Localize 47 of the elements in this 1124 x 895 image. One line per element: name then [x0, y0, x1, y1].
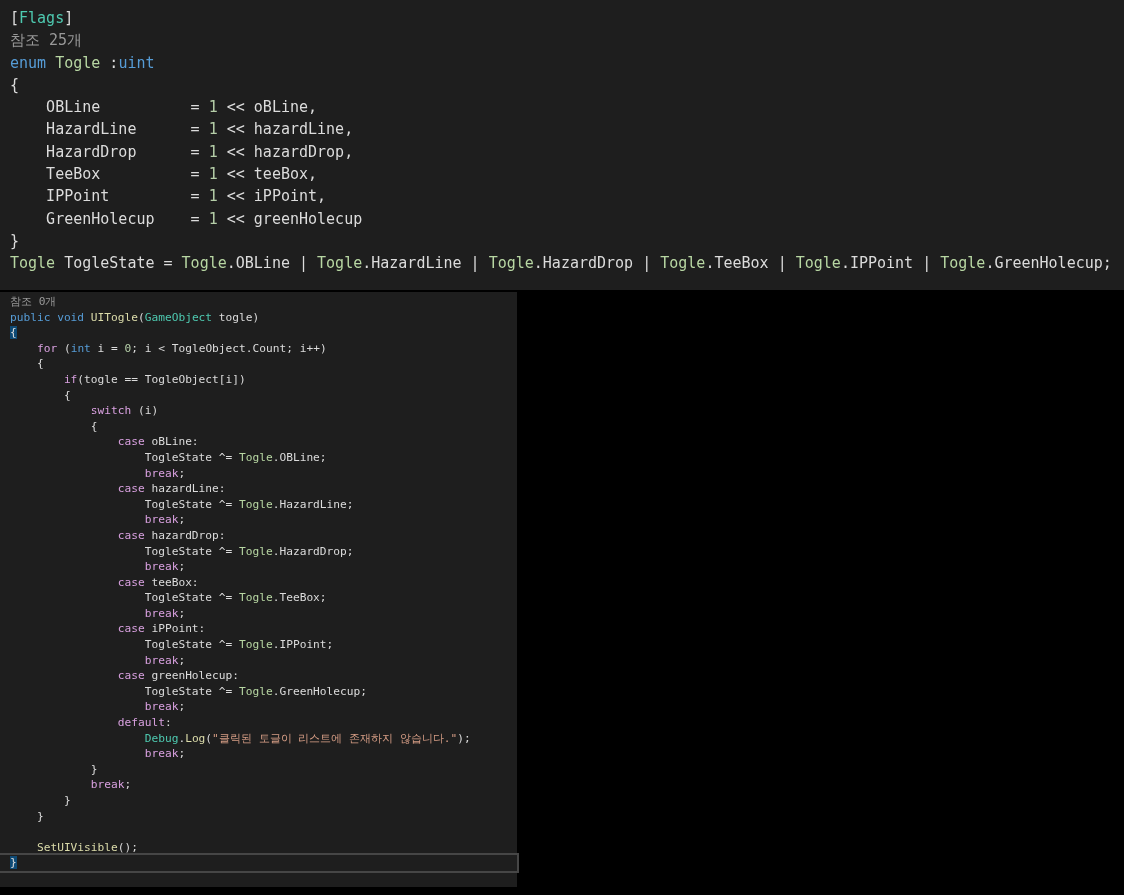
- code-line: {: [35, 356, 45, 372]
- code-line: TogleState ^= Togle.HazardDrop;: [143, 543, 355, 560]
- code-line: break;: [143, 465, 187, 482]
- code-line: public void UITogle(GameObject togle): [10, 309, 261, 326]
- code-line: case hazardDrop:: [116, 527, 227, 544]
- code-line: OBLine = 1 << oBLine,: [45, 97, 319, 119]
- code-line: break;: [143, 652, 187, 669]
- code-line: [Flags]: [10, 8, 75, 29]
- code-line: TogleState ^= Togle.GreenHolecup;: [143, 683, 368, 700]
- code-line: break;: [143, 559, 187, 575]
- code-line: }: [0, 855, 517, 871]
- code-line: }: [10, 230, 21, 252]
- code-line: for (int i = 0; i < TogleObject.Count; i++): [35, 340, 328, 357]
- code-line: Togle TogleState = Togle.OBLine | Togle.HazardLine | Togle.HazardDrop | Togle.TeeBox | Togle.IPPoint | Togle.GreenHolecup;: [10, 253, 1113, 275]
- code-line: default:: [116, 715, 173, 731]
- code-line: TogleState ^= Togle.IPPoint;: [143, 637, 335, 653]
- code-line: if(togle == TogleObject[i]): [62, 371, 247, 388]
- code-line: GreenHolecup = 1 << greenHolecup: [45, 208, 364, 230]
- code-line: }: [35, 808, 45, 825]
- code-line: }: [89, 761, 99, 778]
- code-line: Debug.Log("클릭된 토글이 리스트에 존재하지 않습니다.");: [143, 730, 472, 747]
- code-line: case iPPoint:: [116, 621, 207, 638]
- reference-count-link[interactable]: 참조 0개: [10, 294, 517, 310]
- code-line: break;: [143, 746, 187, 762]
- code-line: case oBLine:: [116, 434, 200, 450]
- code-line: {: [89, 418, 99, 435]
- code-line: {: [10, 74, 21, 96]
- code-line: break;: [89, 777, 133, 793]
- code-line: switch (i): [89, 403, 160, 419]
- code-line: case greenHolecup:: [116, 668, 240, 684]
- reference-count-link[interactable]: 참조 25개: [10, 29, 1124, 52]
- code-line: case hazardLine:: [116, 481, 227, 497]
- code-line: HazardDrop = 1 << hazardDrop,: [45, 141, 355, 163]
- code-line: case teeBox:: [116, 574, 200, 591]
- code-line: TogleState ^= Togle.TeeBox;: [143, 590, 328, 606]
- code-line: }: [62, 793, 72, 809]
- code-line: {: [62, 387, 72, 404]
- code-line: SetUIVisible();: [35, 839, 139, 856]
- code-line: TogleState ^= Togle.OBLine;: [143, 449, 328, 466]
- code-line: HazardLine = 1 << hazardLine,: [45, 119, 355, 141]
- code-line: break;: [143, 605, 187, 622]
- code-line: break;: [143, 699, 187, 716]
- code-line: TeeBox = 1 << teeBox,: [45, 164, 319, 186]
- code-line: IPPoint = 1 << iPPoint,: [45, 186, 328, 208]
- code-line: TogleState ^= Togle.HazardLine;: [143, 496, 355, 513]
- code-line: enum Togle :uint: [10, 52, 156, 74]
- code-line: break;: [143, 512, 187, 528]
